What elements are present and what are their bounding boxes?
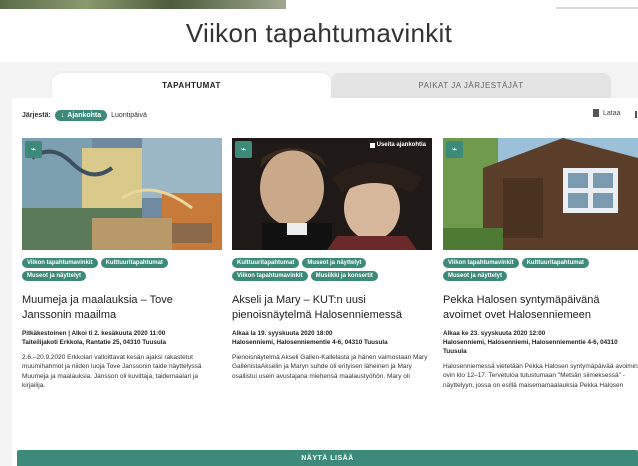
tag[interactable]: Viikon tapahtumavinkit [22, 258, 98, 268]
event-title[interactable]: Akseli ja Mary – KUT:n uusi pienoisnäyte… [232, 293, 432, 323]
tag[interactable]: Musiikki ja konsertit [310, 271, 378, 281]
event-image[interactable]: ⌁ Useita ajankohtia [232, 138, 432, 250]
multiple-dates-badge: Useita ajankohtia [369, 142, 426, 148]
header-photo-strip [0, 0, 286, 9]
tab-events[interactable]: TAPAHTUMAT [52, 73, 331, 98]
event-description: Halosenniemessä vietetään Pekka Halosen … [443, 363, 638, 389]
event-location: Halosenniemi, Halosenniemi, Halosennieme… [443, 339, 618, 355]
event-location: Taiteilijakoti Erkkola, Rantatie 25, 043… [22, 339, 166, 346]
sort-option-created[interactable]: Luontipäivä [111, 112, 147, 119]
event-image[interactable]: ⌁ [22, 138, 222, 250]
event-card[interactable]: ⌁ Viikon tapahtumavinkit Kulttuuritapaht… [22, 138, 222, 428]
event-image[interactable]: ⌁ [443, 138, 638, 250]
sort-down-icon: ↓ [60, 111, 65, 119]
print-icon[interactable] [635, 111, 637, 118]
tag[interactable]: Kulttuuritapahtumat [521, 258, 589, 268]
actors-photo [232, 138, 432, 250]
event-time: Alkaa la 19. syyskuuta 2020 18:00 [232, 330, 333, 337]
file-icon [593, 109, 599, 117]
event-time: Alkaa ke 23. syyskuuta 2020 12:00 [443, 330, 546, 337]
event-description: 2.6.–20.9.2020 Erkkolan valloittavat kes… [22, 354, 202, 389]
tag-list: Viikon tapahtumavinkit Kulttuuritapahtum… [22, 258, 222, 281]
tag[interactable]: Museot ja näyttelyt [302, 258, 367, 268]
event-title[interactable]: Pekka Halosen syntymäpäivänä avoimet ove… [443, 293, 638, 323]
tag[interactable]: Viikon tapahtumavinkit [232, 271, 308, 281]
tag[interactable]: Museot ja näyttelyt [22, 271, 87, 281]
tag[interactable]: Museot ja näyttelyt [443, 271, 508, 281]
tab-bar: TAPAHTUMAT PAIKAT JA JÄRJESTÄJÄT [52, 73, 611, 98]
house-photo [443, 138, 638, 250]
event-description: Pienoisnäytelmä Akseli Gallen-Kallelasta… [232, 354, 428, 380]
tag-list: Kulttuuritapahtumat Museot ja näyttelyt … [232, 258, 432, 281]
sort-option-date[interactable]: ↓ Ajankohta [54, 109, 108, 121]
event-card[interactable]: ⌁ Viikon tapahtumavinkit Kulttuuritapaht… [443, 138, 638, 428]
tab-places-organizers[interactable]: PAIKAT JA JÄRJESTÄJÄT [331, 73, 611, 98]
event-location: Halosenniemi, Halosenniementie 4-6, 0431… [232, 339, 388, 346]
page-title: Viikon tapahtumavinkit [185, 18, 453, 48]
sort-bar: Järjestä: ↓ Ajankohta Luontipäivä [22, 108, 147, 122]
header-divider [556, 7, 638, 9]
painting-image [22, 138, 222, 250]
event-time: Pitkäkestoinen | Alkoi ti 2. kesäkuuta 2… [22, 330, 166, 337]
download-label: Lataa [603, 109, 621, 117]
rss-icon: ⌁ [235, 141, 252, 158]
sort-label: Järjestä: [22, 111, 51, 119]
download-button[interactable]: Lataa [593, 109, 621, 117]
tag[interactable]: Kulttuuritapahtumat [232, 258, 300, 268]
calendar-icon [369, 142, 375, 148]
tag[interactable]: Viikon tapahtumavinkit [443, 258, 519, 268]
event-card[interactable]: ⌁ Useita ajankohtia Kulttuuritapahtumat … [232, 138, 432, 428]
sort-option-date-label: Ajankohta [67, 111, 102, 119]
multiple-dates-label: Useita ajankohtia [376, 142, 426, 148]
tag[interactable]: Kulttuuritapahtumat [100, 258, 168, 268]
rss-icon: ⌁ [25, 141, 42, 158]
show-more-button[interactable]: NÄYTÄ LISÄÄ [17, 450, 638, 466]
rss-icon: ⌁ [446, 141, 463, 158]
tag-list: Viikon tapahtumavinkit Kulttuuritapahtum… [443, 258, 638, 281]
event-title[interactable]: Muumeja ja maalauksia – Tove Janssonin m… [22, 293, 222, 323]
